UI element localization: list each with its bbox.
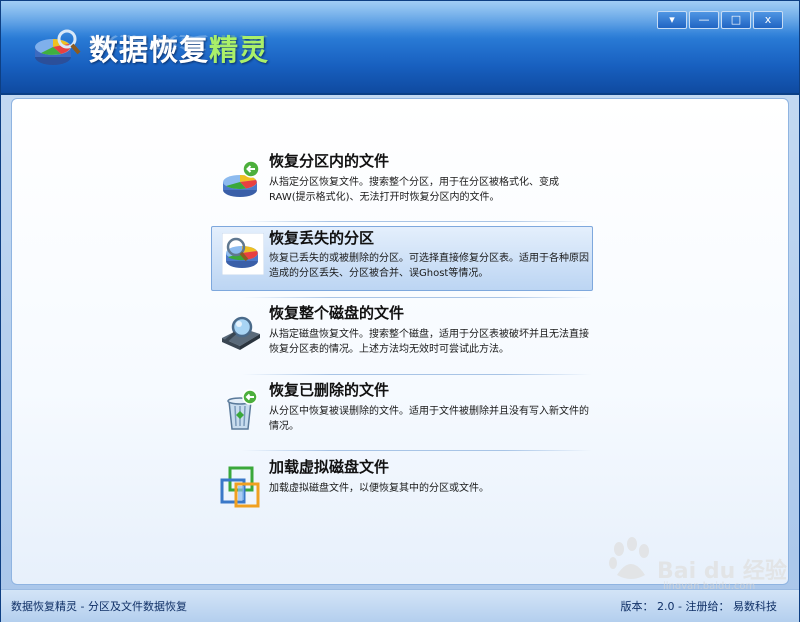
- option-title: 恢复已删除的文件: [269, 381, 390, 399]
- option-divider: [242, 221, 592, 222]
- baidu-watermark: Bai du 经验 jingyan.baidu.com: [601, 531, 791, 593]
- menu-dropdown-button[interactable]: ▾: [657, 11, 687, 29]
- app-title-reflection-accent: 精灵: [209, 33, 270, 54]
- option-recover-disk-files[interactable]: 恢复整个磁盘的文件 从指定磁盘恢复文件。搜索整个磁盘，适用于分区表被破坏并且无法…: [212, 299, 592, 369]
- option-title: 恢复整个磁盘的文件: [269, 304, 405, 322]
- option-recover-partition-files[interactable]: 恢复分区内的文件 从指定分区恢复文件。搜索整个分区，用于在分区被格式化、变成RA…: [212, 147, 592, 217]
- option-description: 恢复已丢失的或被删除的分区。可选择直接修复分区表。适用于各种原因造成的分区丢失、…: [269, 253, 589, 279]
- window-controls: ▾ — □ x: [655, 11, 783, 29]
- option-divider: [242, 297, 592, 298]
- status-bar: 数据恢复精灵 - 分区及文件数据恢复 版本： 2.0 - 注册给： 易数科技: [1, 589, 799, 622]
- lost-partition-icon: [222, 233, 264, 275]
- maximize-button[interactable]: □: [721, 11, 751, 29]
- option-title: 加载虚拟磁盘文件: [269, 458, 390, 476]
- app-window: 数据恢复精灵 数据恢复精灵 ▾ — □ x 恢复分区内的文件 从指定分区恢复文件…: [0, 0, 800, 622]
- option-recover-lost-partition[interactable]: 恢复丢失的分区 恢复已丢失的或被删除的分区。可选择直接修复分区表。适用于各种原因…: [211, 226, 593, 291]
- recycle-bin-icon: [227, 389, 258, 430]
- minimize-button[interactable]: —: [689, 11, 719, 29]
- baidu-paw-icon: [609, 537, 649, 579]
- option-load-virtual-disk[interactable]: 加载虚拟磁盘文件 加载虚拟磁盘文件，以便恢复其中的分区或文件。: [212, 453, 592, 523]
- status-version-info: 版本： 2.0 - 注册给： 易数科技: [620, 600, 777, 613]
- close-button[interactable]: x: [753, 11, 783, 29]
- option-description: 加载虚拟磁盘文件，以便恢复其中的分区或文件。: [269, 483, 489, 494]
- app-logo-icon: [35, 29, 81, 65]
- title-bar[interactable]: 数据恢复精灵 数据恢复精灵 ▾ — □ x: [1, 1, 799, 95]
- main-panel: 恢复分区内的文件 从指定分区恢复文件。搜索整个分区，用于在分区被格式化、变成RA…: [11, 98, 789, 585]
- app-title-reflection-main: 数据恢复: [89, 33, 210, 54]
- virtual-disk-icon: [220, 466, 260, 508]
- option-description: 从分区中恢复被误删除的文件。适用于文件被删除并且没有写入新文件的情况。: [269, 406, 589, 432]
- disk-search-icon: [222, 316, 260, 350]
- partition-files-icon: [223, 160, 260, 197]
- option-description: 从指定磁盘恢复文件。搜索整个磁盘，适用于分区表被破坏并且无法直接恢复分区表的情况…: [269, 329, 589, 355]
- option-divider: [242, 450, 592, 451]
- option-recover-deleted-files[interactable]: 恢复已删除的文件 从分区中恢复被误删除的文件。适用于文件被删除并且没有写入新文件…: [212, 376, 592, 446]
- app-title-reflection: 数据恢复精灵: [89, 32, 269, 57]
- option-divider: [242, 374, 592, 375]
- option-description: 从指定分区恢复文件。搜索整个分区，用于在分区被格式化、变成RAW(提示格式化)、…: [269, 177, 559, 203]
- option-title: 恢复丢失的分区: [269, 229, 375, 247]
- option-title: 恢复分区内的文件: [269, 152, 390, 170]
- status-app-description: 数据恢复精灵 - 分区及文件数据恢复: [11, 600, 187, 613]
